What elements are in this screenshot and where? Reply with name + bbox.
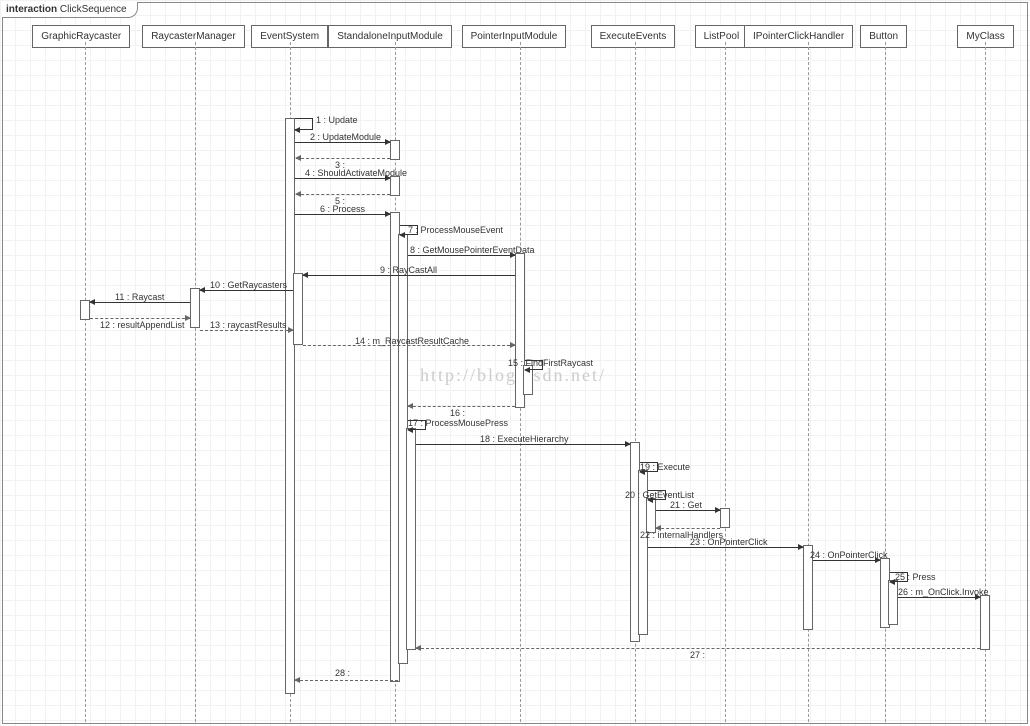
participant-PointerInputModule: PointerInputModule [462,25,567,48]
activation [293,273,303,345]
msg-8: 8 : GetMousePointerEventData [410,245,535,255]
return [296,158,390,159]
activation [980,595,990,650]
msg-23: 23 : OnPointerClick [690,537,768,547]
msg-14: 14 : m_RaycastResultCache [355,336,469,346]
msg-12: 12 : resultAppendList [100,320,185,330]
participant-ListPool: ListPool [695,25,749,48]
arrow [408,255,515,256]
arrow [303,275,515,276]
activation [720,508,730,528]
activation [390,140,400,160]
diagram-title: interaction ClickSequence [2,2,138,18]
msg-20: 20 : GetEventList [625,490,694,500]
watermark: http://blog.csdn.net/ [420,365,606,386]
return [200,330,293,331]
activation [406,428,416,650]
arrow [295,142,390,143]
participant-GraphicRaycaster: GraphicRaycaster [32,25,130,48]
self-call [295,118,313,130]
msg-4: 4 : ShouldActivateModule [305,168,407,178]
lifeline [85,42,86,722]
return [656,528,720,529]
activation [285,118,295,694]
msg-9: 9 : RayCastAll [380,265,437,275]
msg-27: 27 : [690,650,705,660]
participant-ExecuteEvents: ExecuteEvents [591,25,676,48]
return [408,406,515,407]
lifeline [195,42,196,722]
arrow [898,597,980,598]
msg-1: 1 : Update [316,115,358,125]
arrow [295,214,390,215]
return [90,318,190,319]
arrow [416,444,630,445]
arrow [295,178,390,179]
activation [190,288,200,328]
msg-6: 6 : Process [320,204,365,214]
msg-15: 15 : FindFirstRaycast [508,358,593,368]
arrow [813,560,880,561]
return [295,680,398,681]
arrow [200,290,293,291]
arrow [90,302,190,303]
msg-19: 19 : Execute [640,462,690,472]
msg-21: 21 : Get [670,500,702,510]
msg-24: 24 : OnPointerClick [810,550,888,560]
msg-18: 18 : ExecuteHierarchy [480,434,569,444]
msg-10: 10 : GetRaycasters [210,280,287,290]
lifeline [725,42,726,722]
msg-26: 26 : m_OnClick.Invoke [898,587,989,597]
msg-13: 13 : raycastResults [210,320,287,330]
participant-IPointerClickHandler: IPointerClickHandler [744,25,853,48]
arrow [656,510,720,511]
activation [390,176,400,196]
msg-16: 16 : [450,408,465,418]
participant-RaycasterManager: RaycasterManager [142,25,244,48]
participant-StandaloneInputModule: StandaloneInputModule [328,25,452,48]
participant-Button: Button [860,25,907,48]
return [416,648,980,649]
msg-11: 11 : Raycast [115,292,164,302]
msg-7: 7 : ProcessMouseEvent [408,225,503,235]
msg-28: 28 : [335,668,350,678]
msg-2: 2 : UpdateModule [310,132,381,142]
activation [888,580,898,625]
arrow [648,547,803,548]
return [296,194,390,195]
msg-17: 17 : ProcessMousePress [408,418,508,428]
msg-25: 25 : Press [895,572,936,582]
